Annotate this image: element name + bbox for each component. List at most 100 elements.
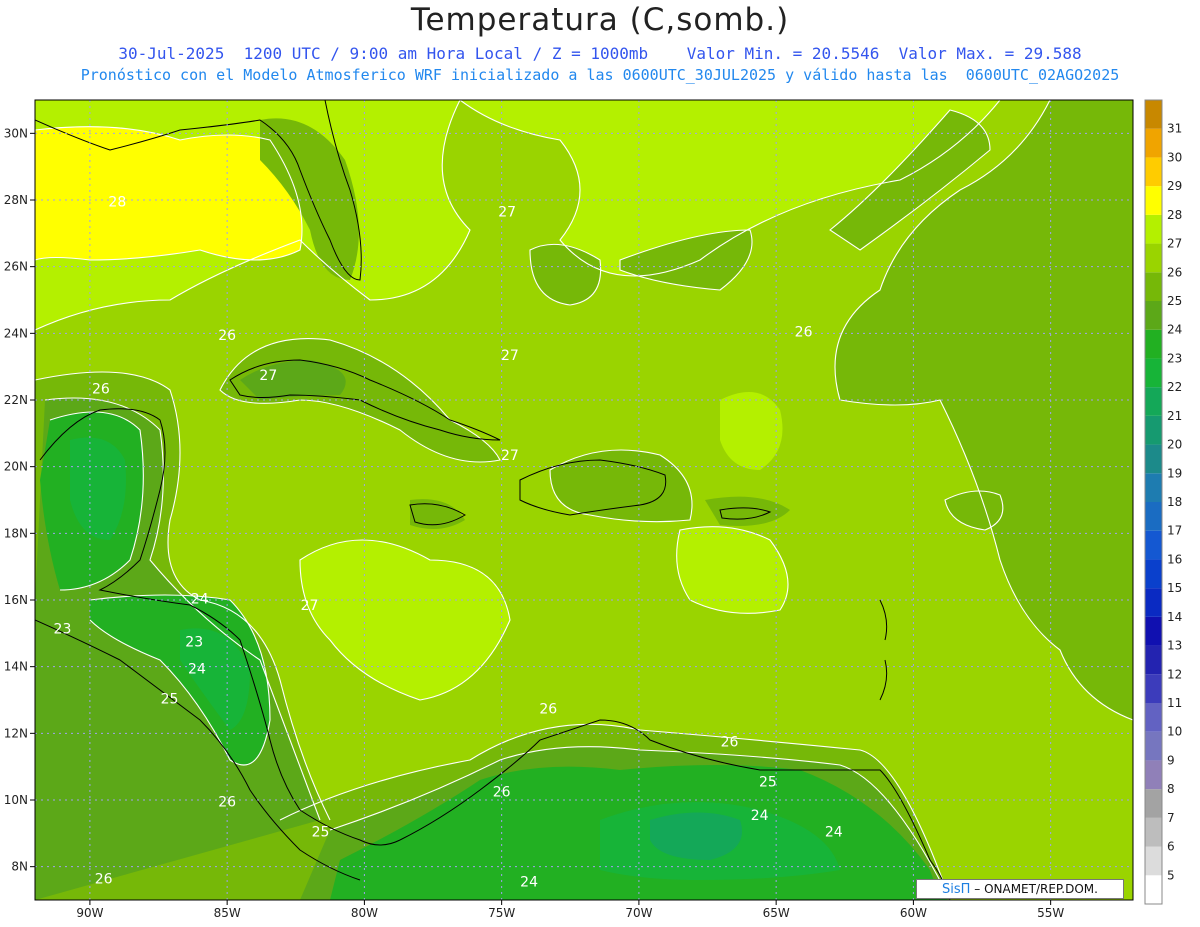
colorbar-level-label: 10 <box>1167 725 1182 739</box>
colorbar-swatch <box>1145 387 1162 416</box>
colorbar-swatch <box>1145 243 1162 273</box>
colorbar-swatch <box>1145 444 1162 474</box>
isotherm-label: 27 <box>501 448 519 464</box>
isotherm-label: 28 <box>108 195 126 211</box>
colorbar-level-label: 17 <box>1167 524 1182 538</box>
isotherm-label: 24 <box>188 661 206 677</box>
colorbar-swatch <box>1145 588 1162 617</box>
colorbar-level-label: 5 <box>1167 868 1175 882</box>
sispi-brand: SisΠ <box>942 882 971 897</box>
lon-tick-label: 85W <box>214 906 241 920</box>
latitude-axis: 8N 10N 12N 14N 16N 18N 20N 22N 24N 26N 28N 30N <box>4 126 35 874</box>
colorbar-level-label: 26 <box>1167 265 1182 279</box>
isotherm-label: 24 <box>825 825 843 841</box>
lon-tick-label: 55W <box>1037 906 1064 920</box>
isotherm-label: 24 <box>751 808 769 824</box>
isotherm-label: 26 <box>92 381 110 397</box>
isotherm-label: 27 <box>498 205 516 221</box>
colorbar-swatch <box>1145 301 1162 330</box>
isotherm-label: 26 <box>721 735 739 751</box>
colorbar-level-label: 7 <box>1167 811 1175 825</box>
lon-tick-label: 65W <box>763 906 790 920</box>
isotherm-label: 25 <box>312 825 330 841</box>
lat-tick-label: 12N <box>4 726 28 740</box>
colorbar-swatch <box>1145 128 1162 158</box>
isotherm-label: 26 <box>218 328 236 344</box>
colorbar-swatch <box>1145 272 1162 301</box>
credit-badge: SisΠ – ONAMET/REP.DOM. <box>916 879 1124 899</box>
colorbar-level-label: 24 <box>1167 323 1182 337</box>
colorbar-level-label: 6 <box>1167 840 1175 854</box>
lon-tick-label: 80W <box>351 906 378 920</box>
colorbar-swatch <box>1145 674 1162 703</box>
colorbar-level-label: 12 <box>1167 667 1182 681</box>
colorbar-swatch <box>1145 100 1162 129</box>
colorbar-swatch <box>1145 731 1162 761</box>
lat-tick-label: 20N <box>4 460 28 474</box>
colorbar-swatch <box>1145 415 1162 445</box>
isotherm-label: 26 <box>539 701 557 717</box>
colorbar-swatch <box>1145 789 1162 818</box>
colorbar-swatch <box>1145 358 1162 388</box>
isotherm-label: 23 <box>54 621 72 637</box>
isotherm-label: 27 <box>259 368 277 384</box>
colorbar-level-label: 11 <box>1167 696 1182 710</box>
colorbar-swatch <box>1145 157 1162 187</box>
isotherm-label: 26 <box>218 795 236 811</box>
colorbar-swatch <box>1145 703 1162 732</box>
lon-tick-label: 75W <box>488 906 515 920</box>
isotherm-label: 26 <box>493 785 511 801</box>
colorbar-level-label: 14 <box>1167 610 1182 624</box>
colorbar-level-label: 29 <box>1167 179 1182 193</box>
lon-tick-label: 90W <box>76 906 103 920</box>
colorbar-swatch <box>1145 559 1162 589</box>
temperature-map: 90W 85W 80W 75W 70W 65W 60W 55W 8N 10N 12N 14N 16N 1… <box>4 99 1182 920</box>
colorbar-swatch <box>1145 760 1162 790</box>
lon-tick-label: 60W <box>900 906 927 920</box>
lat-tick-label: 28N <box>4 193 28 207</box>
colorbar: 5 6 7 8 9 10 11 12 13 14 15 16 17 18 19 20 21 22 23 24 25 26 2… <box>1144 99 1182 905</box>
isotherm-label: 26 <box>95 871 113 887</box>
isotherm-label: 25 <box>161 691 179 707</box>
colorbar-level-label: 19 <box>1167 466 1182 480</box>
colorbar-swatch <box>1145 186 1162 215</box>
lat-tick-label: 24N <box>4 326 28 340</box>
isotherm-label: 23 <box>185 635 203 651</box>
lat-tick-label: 30N <box>4 126 28 140</box>
colorbar-swatch <box>1145 214 1162 244</box>
colorbar-swatch <box>1145 616 1162 646</box>
isotherm-label: 27 <box>301 598 319 614</box>
lat-tick-label: 18N <box>4 526 28 540</box>
colorbar-level-label: 23 <box>1167 351 1182 365</box>
colorbar-level-label: 21 <box>1167 409 1182 423</box>
lat-tick-label: 14N <box>4 660 28 674</box>
lat-tick-label: 16N <box>4 593 28 607</box>
credit-org: – ONAMET/REP.DOM. <box>970 882 1098 896</box>
colorbar-swatch <box>1145 329 1162 359</box>
lat-tick-label: 10N <box>4 793 28 807</box>
colorbar-level-label: 15 <box>1167 581 1182 595</box>
colorbar-level-label: 13 <box>1167 639 1182 653</box>
colorbar-level-label: 18 <box>1167 495 1182 509</box>
colorbar-swatch <box>1145 645 1162 675</box>
colorbar-level-label: 8 <box>1167 782 1175 796</box>
colorbar-swatch <box>1145 473 1162 502</box>
isotherm-label: 25 <box>759 775 777 791</box>
colorbar-swatch <box>1145 502 1162 531</box>
colorbar-swatch <box>1145 846 1162 876</box>
colorbar-level-label: 31 <box>1167 122 1182 136</box>
colorbar-level-label: 28 <box>1167 208 1182 222</box>
isotherm-label: 24 <box>520 875 538 891</box>
lat-tick-label: 26N <box>4 260 28 274</box>
colorbar-level-label: 30 <box>1167 150 1182 164</box>
longitude-axis: 90W 85W 80W 75W 70W 65W 60W 55W <box>76 900 1064 920</box>
colorbar-level-label: 9 <box>1167 753 1175 767</box>
lon-tick-label: 70W <box>625 906 652 920</box>
isotherm-label: 27 <box>501 348 519 364</box>
isotherm-label: 26 <box>795 325 813 341</box>
colorbar-swatch <box>1145 875 1162 904</box>
lat-tick-label: 22N <box>4 393 28 407</box>
colorbar-level-label: 20 <box>1167 438 1182 452</box>
isotherm-label: 24 <box>191 591 209 607</box>
colorbar-level-label: 22 <box>1167 380 1182 394</box>
